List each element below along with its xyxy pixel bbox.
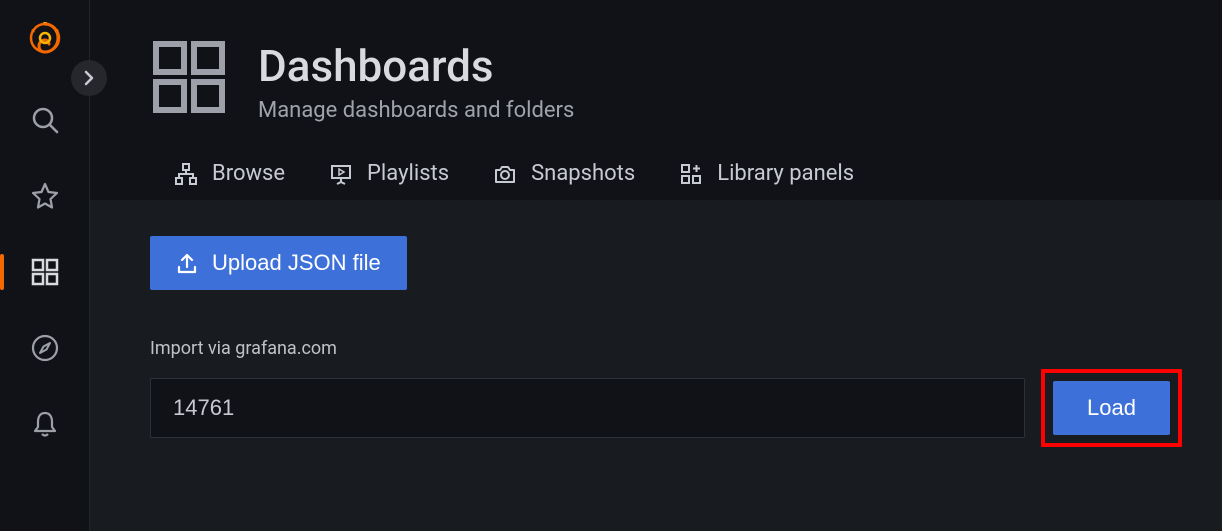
upload-label: Upload JSON file <box>212 250 381 276</box>
dashboard-icon <box>30 257 60 287</box>
nav-search[interactable] <box>23 98 67 142</box>
chevron-right-icon <box>81 70 97 86</box>
library-panel-icon <box>679 162 703 186</box>
upload-icon <box>176 252 198 274</box>
tab-label: Playlists <box>367 161 449 186</box>
bell-icon <box>30 409 60 439</box>
compass-icon <box>30 333 60 363</box>
upload-json-button[interactable]: Upload JSON file <box>150 236 407 290</box>
dashboard-icon <box>152 40 226 114</box>
tabs: Browse Playlists Snapshots Li <box>122 123 1222 200</box>
nav-alerts[interactable] <box>23 402 67 446</box>
load-button[interactable]: Load <box>1053 381 1170 435</box>
nav-explore[interactable] <box>23 326 67 370</box>
content-area: Upload JSON file Import via grafana.com … <box>90 200 1222 531</box>
tab-snapshots[interactable]: Snapshots <box>493 161 635 186</box>
nav-dashboards[interactable] <box>23 250 67 294</box>
tab-label: Browse <box>212 161 285 186</box>
grafana-logo[interactable] <box>21 18 69 66</box>
sidebar <box>0 0 90 531</box>
nav-starred[interactable] <box>23 174 67 218</box>
tab-label: Snapshots <box>531 161 635 186</box>
tab-label: Library panels <box>717 161 854 186</box>
camera-icon <box>493 162 517 186</box>
import-label: Import via grafana.com <box>150 338 1182 359</box>
main-content: Dashboards Manage dashboards and folders… <box>90 0 1222 531</box>
tab-playlists[interactable]: Playlists <box>329 161 449 186</box>
grafana-logo-icon <box>25 20 65 64</box>
page-header: Dashboards Manage dashboards and folders <box>122 40 1222 123</box>
tab-library-panels[interactable]: Library panels <box>679 161 854 186</box>
star-icon <box>30 181 60 211</box>
load-highlight: Load <box>1041 369 1182 447</box>
page-subtitle: Manage dashboards and folders <box>258 98 574 123</box>
presentation-icon <box>329 162 353 186</box>
search-icon <box>30 105 60 135</box>
page-title: Dashboards <box>258 40 574 92</box>
import-id-input[interactable] <box>150 378 1025 438</box>
tab-browse[interactable]: Browse <box>174 161 285 186</box>
page-icon <box>152 40 226 118</box>
import-section: Import via grafana.com Load <box>150 338 1182 447</box>
sitemap-icon <box>174 162 198 186</box>
expand-sidebar-button[interactable] <box>71 60 107 96</box>
